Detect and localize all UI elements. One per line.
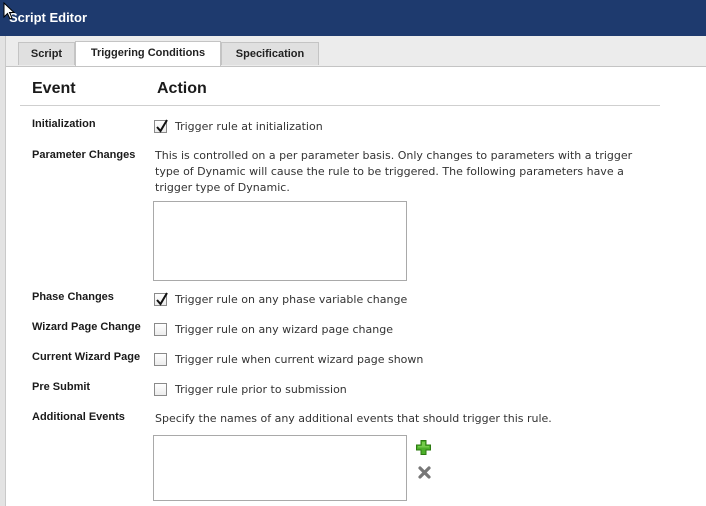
checkmark-icon [156, 292, 168, 306]
title-bar: Script Editor [0, 0, 706, 36]
window-title: Script Editor [9, 10, 88, 25]
tab-specification[interactable]: Specification [221, 42, 319, 65]
additional-events-description: Specify the names of any additional even… [155, 412, 552, 425]
initialization-checkbox[interactable] [154, 119, 168, 133]
current-wizard-page-action-text: Trigger rule when current wizard page sh… [175, 353, 424, 366]
parameter-changes-line: trigger type of Dynamic. [155, 181, 290, 194]
pre-submit-action-text: Trigger rule prior to submission [175, 383, 347, 396]
checkmark-icon [156, 119, 168, 133]
x-icon[interactable] [418, 466, 431, 479]
mouse-pointer-icon [3, 2, 16, 20]
event-label-parameter-changes: Parameter Changes [32, 149, 136, 161]
parameter-changes-line: type of Dynamic will cause the rule to b… [155, 165, 624, 178]
event-label-current-wizard-page: Current Wizard Page [32, 351, 141, 363]
tab-script[interactable]: Script [18, 42, 75, 65]
left-panel-edge [0, 36, 6, 506]
tab-triggering-conditions[interactable]: Triggering Conditions [75, 41, 221, 66]
event-label-wizard-page-change: Wizard Page Change [32, 321, 141, 333]
event-label-phase-changes: Phase Changes [32, 291, 114, 303]
phase-changes-checkbox[interactable] [154, 292, 168, 306]
wizard-page-change-checkbox[interactable] [154, 323, 167, 336]
event-label-initialization: Initialization [32, 118, 96, 130]
action-column-header: Action [157, 80, 207, 97]
parameter-changes-description: This is controlled on a per parameter ba… [155, 148, 655, 196]
wizard-page-change-action-text: Trigger rule on any wizard page change [175, 323, 393, 336]
tab-strip: Script Triggering Conditions Specificati… [6, 36, 706, 67]
event-column-header: Event [32, 80, 76, 97]
additional-events-list[interactable] [153, 435, 407, 501]
header-divider [20, 105, 660, 106]
event-label-additional-events: Additional Events [32, 411, 125, 423]
parameter-changes-line: This is controlled on a per parameter ba… [155, 149, 633, 162]
plus-icon[interactable] [416, 440, 431, 455]
initialization-action-text: Trigger rule at initialization [175, 120, 323, 133]
current-wizard-page-checkbox[interactable] [154, 353, 167, 366]
dynamic-parameters-list[interactable] [153, 201, 407, 281]
event-label-pre-submit: Pre Submit [32, 381, 91, 393]
pre-submit-checkbox[interactable] [154, 383, 167, 396]
phase-changes-action-text: Trigger rule on any phase variable chang… [175, 293, 408, 306]
